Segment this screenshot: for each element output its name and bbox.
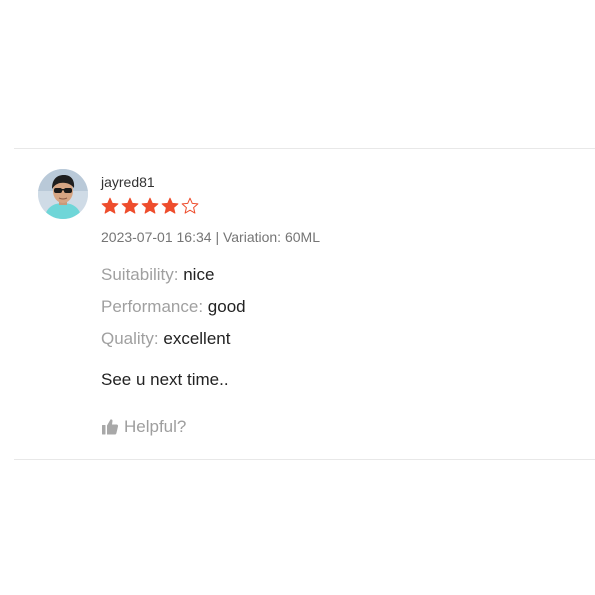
review-comment: See u next time..: [101, 370, 229, 389]
variation-label: Variation:: [222, 229, 282, 245]
review-timestamp: 2023-07-01 16:34: [101, 229, 212, 245]
attribute-label: Performance:: [101, 297, 204, 316]
attribute-value: good: [207, 297, 246, 316]
meta-separator: |: [215, 229, 220, 245]
attribute-label: Suitability:: [101, 265, 179, 284]
page: jayred81 2023-07-01 16:34 | Variation: 6…: [0, 0, 595, 595]
attribute-value: nice: [183, 265, 215, 284]
star-filled-icon: [101, 197, 119, 214]
helpful-label: Helpful?: [124, 417, 187, 436]
attribute-suitability: Suitability: nice: [101, 264, 585, 286]
avatar[interactable]: [38, 169, 88, 219]
review-card: jayred81 2023-07-01 16:34 | Variation: 6…: [14, 148, 595, 460]
attribute-performance: Performance: good: [101, 296, 585, 318]
attribute-value: excellent: [163, 329, 231, 348]
star-rating: [101, 197, 585, 217]
star-filled-icon: [121, 197, 139, 214]
review-meta: 2023-07-01 16:34 | Variation: 60ML: [101, 228, 585, 246]
username[interactable]: jayred81: [101, 173, 585, 191]
attribute-quality: Quality: excellent: [101, 328, 585, 350]
thumbs-up-icon: [102, 419, 119, 435]
attribute-label: Quality:: [101, 329, 159, 348]
star-filled-icon: [161, 197, 179, 214]
review-content: jayred81 2023-07-01 16:34 | Variation: 6…: [101, 173, 585, 438]
avatar-photo: [38, 169, 88, 219]
helpful-button[interactable]: Helpful?: [101, 416, 186, 438]
star-filled-icon: [141, 197, 159, 214]
variation-value: 60ML: [284, 229, 320, 245]
star-outline-icon: [181, 197, 199, 214]
